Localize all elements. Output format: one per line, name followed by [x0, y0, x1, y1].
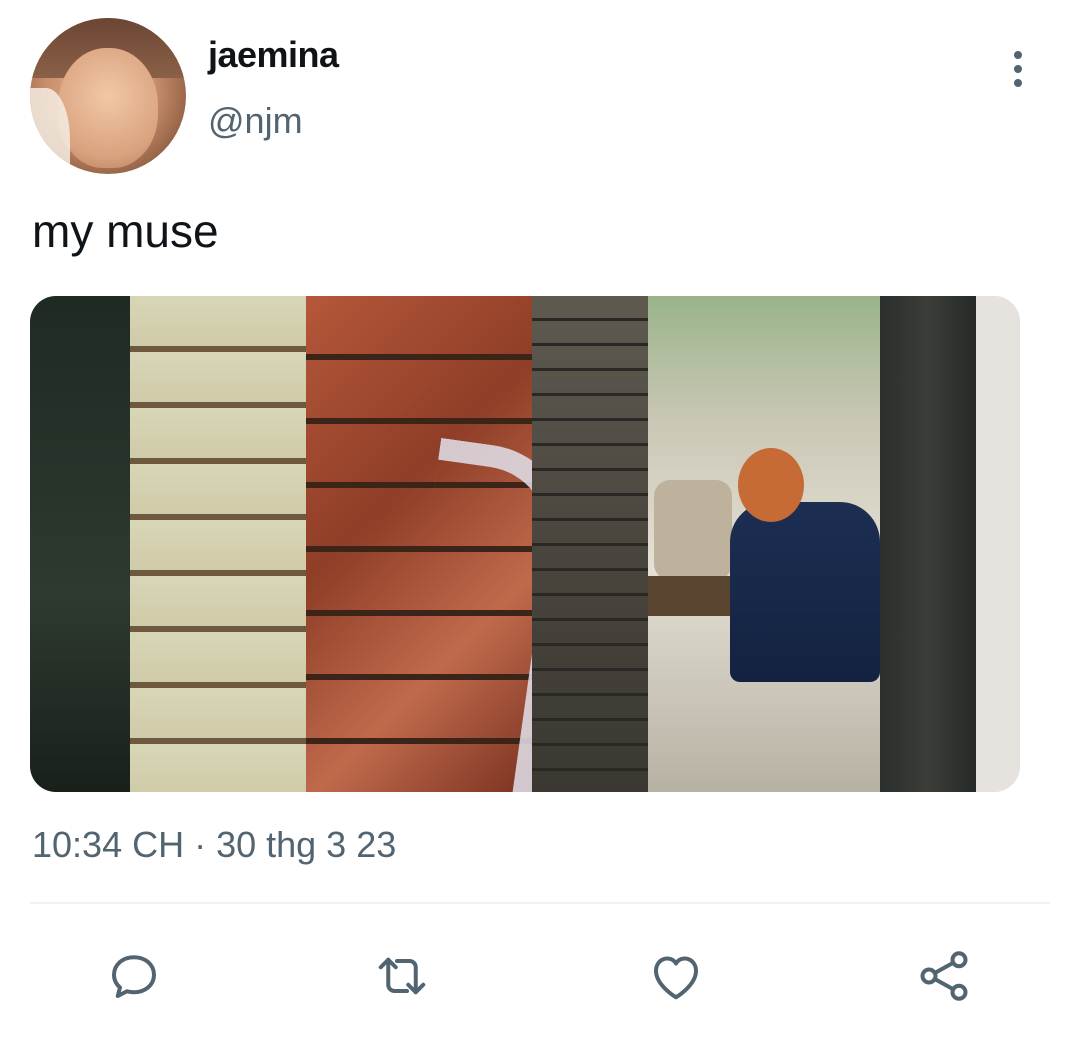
like-button[interactable]: [644, 944, 708, 1008]
user-display-name[interactable]: jaemina: [208, 34, 339, 76]
heart-icon: [654, 956, 698, 1000]
tweet-text: my muse: [32, 205, 219, 257]
share-button[interactable]: [912, 944, 976, 1008]
photo-panel-brick-wall: [306, 296, 582, 792]
more-vertical-icon-dot: [1014, 79, 1022, 87]
photo-panel-painted-wall: [130, 296, 306, 792]
more-vertical-icon-dot: [1014, 65, 1022, 73]
tweet: jaemina @njm my muse 10:34 CH · 30 thg 3…: [0, 0, 1080, 1042]
more-options-button[interactable]: [1000, 46, 1036, 92]
photo-panel-cafe-scene: [648, 296, 880, 792]
photo-panel-grey-brick: [532, 296, 648, 792]
retweet-icon: [378, 957, 426, 995]
tweet-media-image[interactable]: [30, 296, 1020, 792]
photo-person-head: [738, 448, 804, 522]
avatar-face: [58, 48, 158, 168]
photo-panel-light-edge: [976, 296, 1020, 792]
photo-panel-pillar: [880, 296, 976, 792]
divider: [30, 902, 1050, 904]
photo-panel-dark-window: [30, 296, 130, 792]
user-handle[interactable]: @njm: [208, 100, 303, 142]
avatar[interactable]: [30, 18, 186, 174]
photo-person-body: [730, 502, 880, 682]
share-icon: [920, 951, 968, 1001]
reply-button[interactable]: [102, 944, 166, 1008]
retweet-button[interactable]: [370, 944, 434, 1008]
tweet-timestamp: 10:34 CH · 30 thg 3 23: [32, 824, 397, 865]
more-vertical-icon: [1014, 51, 1022, 59]
photo-bag: [654, 480, 732, 580]
reply-icon: [112, 955, 156, 998]
